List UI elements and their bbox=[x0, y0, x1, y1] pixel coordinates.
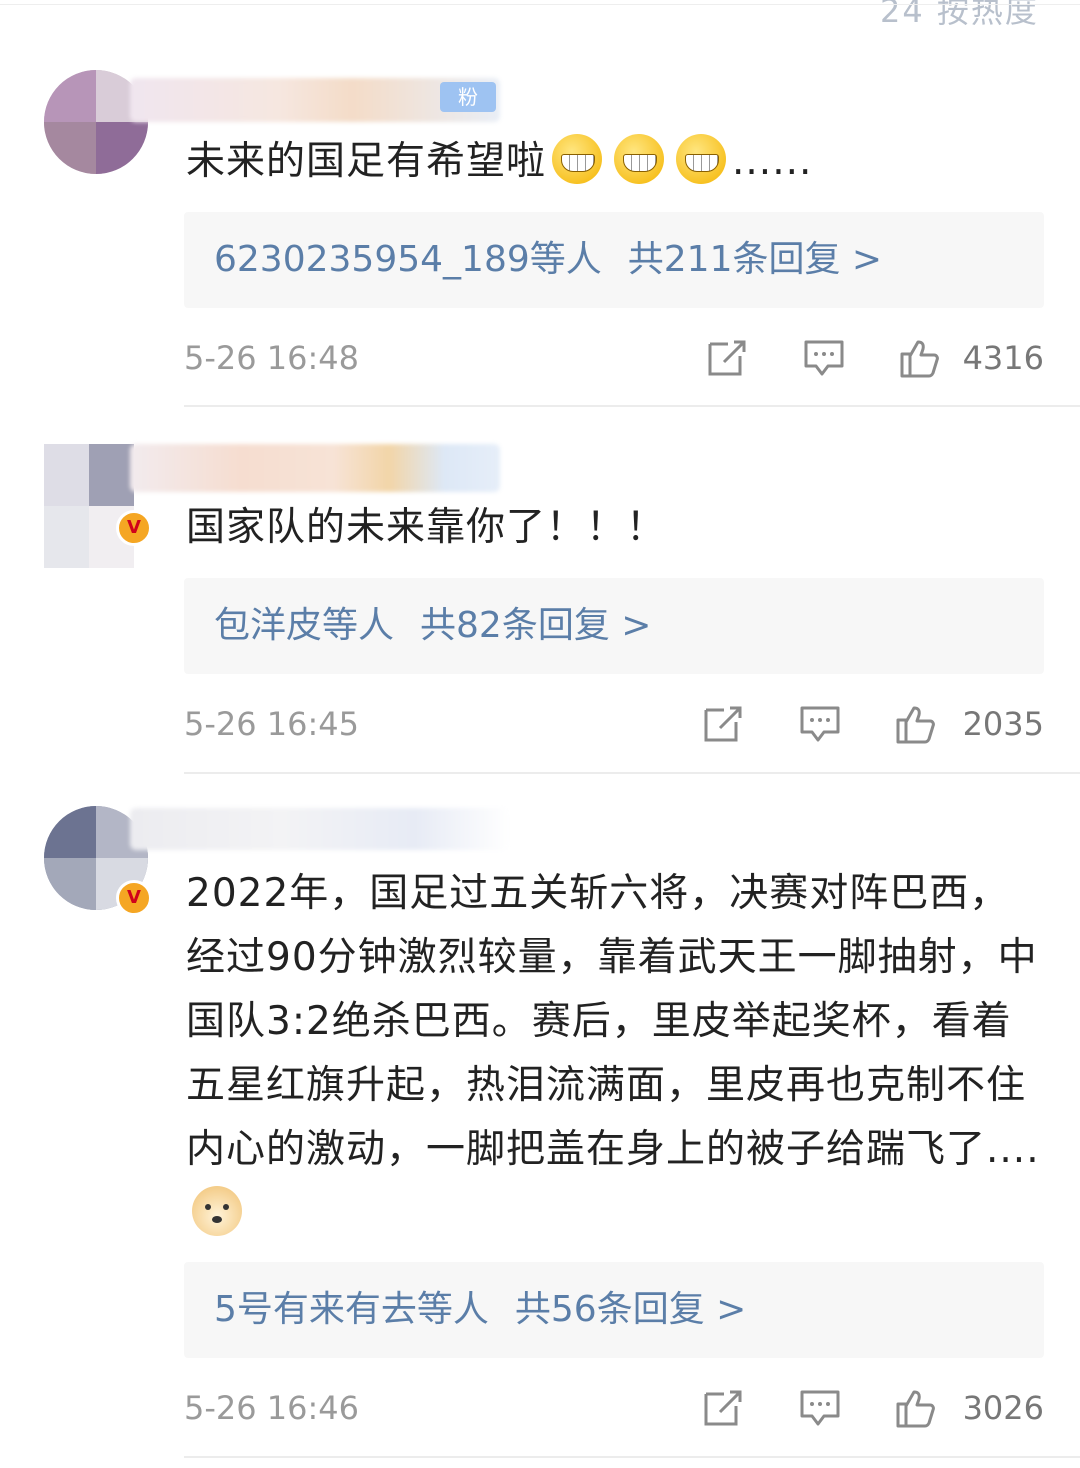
grinning-face-icon bbox=[676, 134, 727, 184]
reply-users[interactable]: 包洋皮等人 bbox=[214, 605, 394, 646]
reply-total-link[interactable]: 共211条回复 > bbox=[628, 239, 882, 280]
comment-text: 国家队的未来靠你了！！！ bbox=[186, 505, 667, 550]
timestamp: 5-26 16:48 bbox=[184, 339, 360, 377]
like-count: 4316 bbox=[962, 339, 1044, 377]
repost-icon[interactable] bbox=[702, 702, 746, 746]
grinning-face-icon bbox=[614, 134, 665, 184]
comment-text: 未来的国足有希望啦...... bbox=[186, 130, 1046, 194]
fan-badge: 粉 bbox=[440, 82, 496, 112]
comment-icon[interactable] bbox=[802, 336, 846, 380]
comment-icon[interactable] bbox=[798, 702, 842, 746]
like-icon[interactable] bbox=[898, 336, 942, 380]
timestamp: 5-26 16:45 bbox=[184, 705, 360, 743]
doge-icon bbox=[192, 1186, 242, 1236]
comment-meta: 5-26 16:45 2035 bbox=[184, 694, 1044, 754]
comment-meta: 5-26 16:46 3026 bbox=[184, 1378, 1044, 1438]
like-icon[interactable] bbox=[894, 702, 938, 746]
comment-divider bbox=[184, 772, 1080, 774]
reply-users[interactable]: 6230235954_189等人 bbox=[214, 239, 602, 280]
username[interactable] bbox=[130, 444, 500, 492]
like-count: 2035 bbox=[962, 705, 1044, 743]
comment-divider bbox=[184, 405, 1080, 407]
comment-divider bbox=[184, 1456, 1080, 1458]
reply-summary[interactable]: 包洋皮等人 共82条回复 > bbox=[184, 578, 1044, 674]
reply-summary[interactable]: 6230235954_189等人 共211条回复 > bbox=[184, 212, 1044, 308]
grinning-face-icon bbox=[552, 134, 603, 184]
repost-icon[interactable] bbox=[702, 1386, 746, 1430]
like-count: 3026 bbox=[962, 1389, 1044, 1427]
reply-total-link[interactable]: 共82条回复 > bbox=[420, 605, 651, 646]
timestamp: 5-26 16:46 bbox=[184, 1389, 360, 1427]
like-icon[interactable] bbox=[894, 1386, 938, 1430]
top-divider bbox=[0, 4, 1080, 5]
username[interactable] bbox=[130, 808, 510, 850]
verified-badge: V bbox=[116, 510, 152, 546]
comment-text: 2022年，国足过五关斩六将，决赛对阵巴西，经过90分钟激烈较量，靠着武天王一脚… bbox=[186, 862, 1046, 1246]
reply-users[interactable]: 5号有来有去等人 bbox=[214, 1289, 489, 1330]
reply-total-link[interactable]: 共56条回复 > bbox=[515, 1289, 746, 1330]
avatar[interactable] bbox=[44, 444, 134, 568]
verified-badge: V bbox=[116, 880, 152, 916]
repost-icon[interactable] bbox=[706, 336, 750, 380]
reply-summary[interactable]: 5号有来有去等人 共56条回复 > bbox=[184, 1262, 1044, 1358]
comment-icon[interactable] bbox=[798, 1386, 842, 1430]
comment-meta: 5-26 16:48 4316 bbox=[184, 328, 1044, 388]
